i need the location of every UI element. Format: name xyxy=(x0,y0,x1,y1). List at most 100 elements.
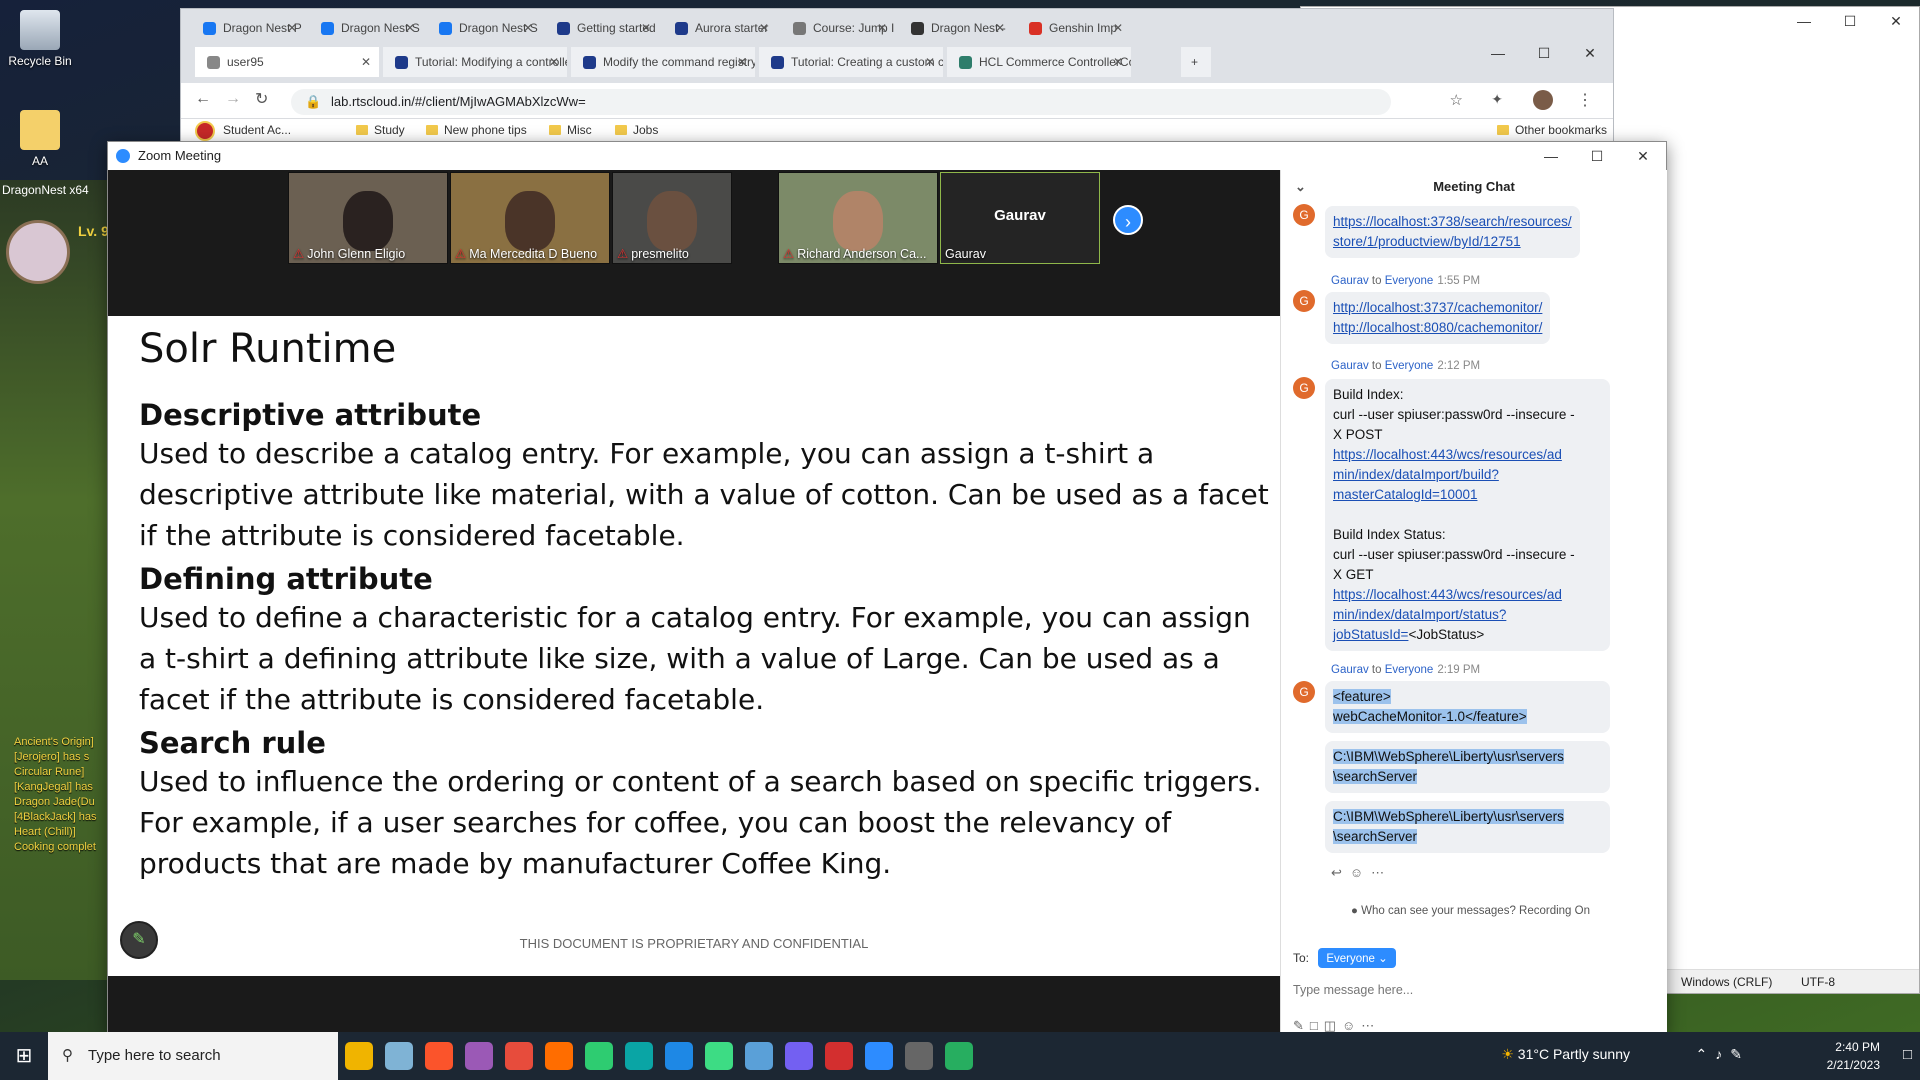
tab-close-icon[interactable]: ✕ xyxy=(549,47,559,77)
notepad-icon[interactable] xyxy=(625,1042,653,1070)
chat-link[interactable]: min/index/dataImport/status? xyxy=(1333,607,1506,622)
app-icon[interactable] xyxy=(865,1042,893,1070)
recipient-select[interactable]: Everyone ⌄ xyxy=(1318,948,1396,968)
tab-close-icon[interactable]: ✕ xyxy=(995,13,1005,43)
browser-tab[interactable]: Tutorial: Modifying a controller ✕ xyxy=(383,47,567,77)
zoom-minimize-button[interactable]: — xyxy=(1528,142,1574,170)
tab-close-icon[interactable]: ✕ xyxy=(759,13,769,43)
edge-icon[interactable] xyxy=(745,1042,773,1070)
chat-link[interactable]: min/index/dataImport/build? xyxy=(1333,467,1499,482)
brave-icon[interactable] xyxy=(465,1042,493,1070)
chat-link[interactable]: https://localhost:443/wcs/resources/ad xyxy=(1333,587,1562,602)
address-bar[interactable]: 🔒 lab.rtscloud.in/#/client/MjIwAGMAbXlzc… xyxy=(291,89,1391,115)
chrome-maximize-button[interactable]: ☐ xyxy=(1521,39,1567,67)
task-view-icon[interactable] xyxy=(345,1042,373,1070)
chevron-down-icon[interactable]: ⌄ xyxy=(1295,170,1306,204)
chrome-close-button[interactable]: ✕ xyxy=(1567,39,1613,67)
browser-tab[interactable]: Dragon Nest P ✕ xyxy=(191,13,305,43)
new-tab-button[interactable]: + xyxy=(1181,47,1211,77)
recycle-bin-desktop-icon[interactable]: Recycle Bin xyxy=(0,10,80,68)
tab-close-icon[interactable]: ✕ xyxy=(361,47,371,77)
profile-avatar[interactable] xyxy=(1533,90,1553,110)
browser-tab[interactable]: Genshin Imp ✕ xyxy=(1017,13,1131,43)
chat-link[interactable]: masterCatalogId=10001 xyxy=(1333,487,1477,502)
chrome-window[interactable]: Dragon Nest P ✕ Dragon Nest S ✕ Dragon Nest … xyxy=(180,8,1614,143)
jetbrains-icon[interactable] xyxy=(585,1042,613,1070)
zoom-maximize-button[interactable]: ☐ xyxy=(1574,142,1620,170)
chat-link[interactable]: jobStatusId= xyxy=(1333,627,1408,642)
reload-icon[interactable]: ↻ xyxy=(255,89,268,109)
browser-tab[interactable]: Aurora starter ✕ xyxy=(663,13,777,43)
message-actions[interactable]: ↩☺⋯ xyxy=(1331,865,1392,881)
participant-tile-gaurav[interactable]: Gaurav Gaurav xyxy=(940,172,1100,264)
bookmark-jobs[interactable]: Jobs xyxy=(615,123,658,137)
zoom-close-button[interactable]: ✕ xyxy=(1620,142,1666,170)
participant-tile[interactable]: ⚠ Richard Anderson Ca... xyxy=(778,172,938,264)
chat-message-input[interactable] xyxy=(1293,978,1653,1002)
chat-privacy-note[interactable]: ● Who can see your messages? Recording O… xyxy=(1351,905,1590,917)
notepad-close-button[interactable]: ✕ xyxy=(1873,7,1919,35)
chat-link[interactable]: http://localhost:8080/cachemonitor/ xyxy=(1333,320,1542,335)
bookmark-new-phone-tips[interactable]: New phone tips xyxy=(426,123,527,137)
zoom-meeting-window[interactable]: Zoom Meeting — ☐ ✕ ⚠ John Glenn Eligio ⚠ M… xyxy=(107,141,1667,1036)
viber-icon[interactable] xyxy=(825,1042,853,1070)
tab-close-icon[interactable]: ✕ xyxy=(641,13,651,43)
app-icon[interactable] xyxy=(545,1042,573,1070)
browser-tab[interactable]: user95 ✕ xyxy=(195,47,379,77)
tab-close-icon[interactable]: ✕ xyxy=(877,13,887,43)
browser-tab[interactable]: Dragon Nest S ✕ xyxy=(427,13,541,43)
apps-logo-icon[interactable] xyxy=(195,121,215,141)
notepad-maximize-button[interactable]: ☐ xyxy=(1827,7,1873,35)
browser-tab[interactable]: Dragon Nest S ✕ xyxy=(309,13,423,43)
bookmark-star-icon[interactable]: ☆ xyxy=(1450,91,1463,109)
app-icon[interactable] xyxy=(425,1042,453,1070)
taskbar-search[interactable]: ⚲ Type here to search xyxy=(48,1032,338,1080)
browser-tab[interactable]: Modify the command registry t ✕ xyxy=(571,47,755,77)
back-icon[interactable]: ← xyxy=(195,90,211,108)
app-icon[interactable] xyxy=(945,1042,973,1070)
chat-link[interactable]: https://localhost:3738/search/resources/ xyxy=(1333,214,1572,229)
browser-tab[interactable]: Dragon Nest - ✕ xyxy=(899,13,1013,43)
forward-icon[interactable]: → xyxy=(225,90,241,108)
start-button[interactable]: ⊞ xyxy=(0,1032,48,1080)
weather-widget[interactable]: ☀ 31°C Partly sunny xyxy=(1501,1046,1630,1063)
figma-icon[interactable] xyxy=(665,1042,693,1070)
notepad-minimize-button[interactable]: — xyxy=(1781,7,1827,35)
file-explorer-icon[interactable] xyxy=(385,1042,413,1070)
bookmark-study[interactable]: Study xyxy=(356,123,405,137)
tab-close-icon[interactable]: ✕ xyxy=(523,13,533,43)
browser-tab[interactable]: Course: Jump I ✕ xyxy=(781,13,895,43)
participant-tile[interactable]: ⚠ Ma Mercedita D Bueno xyxy=(450,172,610,264)
search-icon: ⚲ xyxy=(62,1047,73,1064)
notifications-icon[interactable]: □ xyxy=(1903,1046,1912,1063)
chrome-icon[interactable] xyxy=(705,1042,733,1070)
aa-folder-desktop-icon[interactable]: AA xyxy=(0,110,80,168)
chat-link[interactable]: https://localhost:443/wcs/resources/ad xyxy=(1333,447,1562,462)
participant-tile[interactable]: ⚠ John Glenn Eligio xyxy=(288,172,448,264)
chat-link[interactable]: store/1/productview/byId/12751 xyxy=(1333,234,1521,249)
tab-close-icon[interactable]: ✕ xyxy=(405,13,415,43)
menu-icon[interactable]: ⋮ xyxy=(1577,90,1593,110)
browser-tab[interactable]: HCL Commerce ControllerComm✕ xyxy=(947,47,1131,77)
zoom-icon[interactable] xyxy=(905,1042,933,1070)
clock[interactable]: 2:40 PM 2/21/2023 xyxy=(1827,1038,1880,1074)
browser-tab[interactable]: Tutorial: Creating a custom cac ✕ xyxy=(759,47,943,77)
tab-close-icon[interactable]: ✕ xyxy=(287,13,297,43)
chrome-minimize-button[interactable]: — xyxy=(1475,39,1521,67)
tab-close-icon[interactable]: ✕ xyxy=(737,47,747,77)
tab-close-icon[interactable]: ✕ xyxy=(925,47,935,77)
bookmark-student[interactable]: Student Ac... xyxy=(223,123,291,137)
bookmark-misc[interactable]: Misc xyxy=(549,123,592,137)
chevron-down-icon: ⌄ xyxy=(1378,953,1388,965)
chat-link[interactable]: http://localhost:3737/cachemonitor/ xyxy=(1333,300,1542,315)
app-icon[interactable] xyxy=(785,1042,813,1070)
system-tray-icons[interactable]: ⌃♪✎ xyxy=(1696,1046,1750,1063)
participant-tile[interactable]: ⚠ presmelito xyxy=(612,172,732,264)
other-bookmarks[interactable]: Other bookmarks xyxy=(1496,123,1607,137)
browser-tab[interactable]: Getting started ✕ xyxy=(545,13,659,43)
tab-close-icon[interactable]: ✕ xyxy=(1113,47,1123,77)
extensions-icon[interactable]: ✦ xyxy=(1491,91,1503,108)
tab-close-icon[interactable]: ✕ xyxy=(1113,13,1123,43)
next-page-button[interactable]: › xyxy=(1113,205,1143,235)
app-icon[interactable] xyxy=(505,1042,533,1070)
